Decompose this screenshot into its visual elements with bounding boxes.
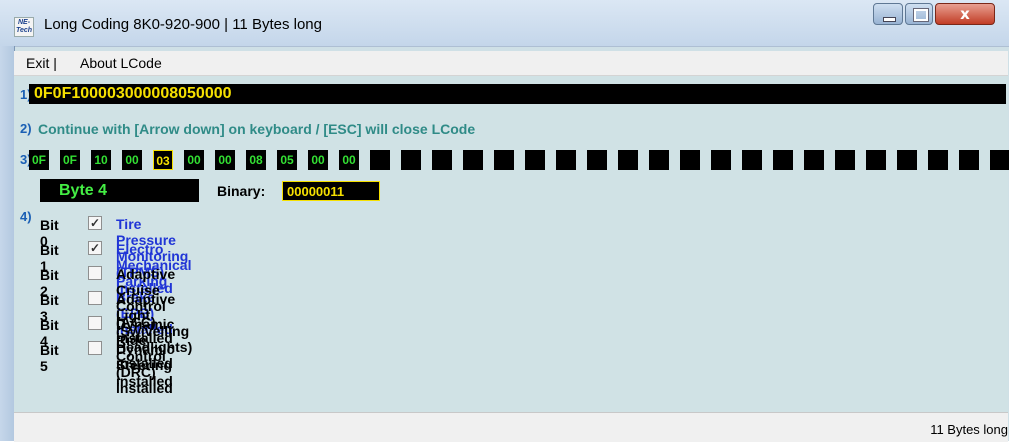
byte-cell-19[interactable] bbox=[618, 150, 638, 170]
byte-cell-14[interactable] bbox=[463, 150, 483, 170]
byte-cell-22[interactable] bbox=[711, 150, 731, 170]
byte-cell-18[interactable] bbox=[587, 150, 607, 170]
status-text: 11 Bytes long bbox=[930, 422, 1008, 437]
byte-cell-12[interactable] bbox=[401, 150, 421, 170]
app-logo-icon: NE-Tech bbox=[14, 17, 34, 37]
byte-cell-29[interactable] bbox=[928, 150, 948, 170]
byte-cell-1[interactable]: 0F bbox=[60, 150, 80, 170]
keyboard-hint: Continue with [Arrow down] on keyboard /… bbox=[38, 121, 476, 137]
byte-cell-4[interactable]: 03 bbox=[153, 150, 173, 170]
byte-cell-6[interactable]: 00 bbox=[215, 150, 235, 170]
byte-cell-26[interactable] bbox=[835, 150, 855, 170]
byte-cell-24[interactable] bbox=[773, 150, 793, 170]
maximize-button[interactable] bbox=[905, 3, 933, 25]
bit-checkbox[interactable]: ✓ bbox=[88, 216, 102, 230]
coding-value-field[interactable]: 0F0F100003000008050000 bbox=[29, 84, 1006, 104]
byte-cell-8[interactable]: 05 bbox=[277, 150, 297, 170]
bit-description: Dynamic Steering installed bbox=[116, 341, 175, 389]
title-bar[interactable]: NE-Tech Long Coding 8K0-920-900 | 11 Byt… bbox=[0, 0, 1009, 47]
close-icon: x bbox=[960, 5, 970, 23]
menu-exit[interactable]: Exit | bbox=[26, 55, 57, 71]
byte-cell-30[interactable] bbox=[959, 150, 979, 170]
byte-cell-5[interactable]: 00 bbox=[184, 150, 204, 170]
lcode-window: NE-Tech Long Coding 8K0-920-900 | 11 Byt… bbox=[0, 0, 1009, 442]
byte-cell-2[interactable]: 10 bbox=[91, 150, 111, 170]
selected-byte-label: Byte 4 bbox=[40, 179, 199, 202]
byte-cell-27[interactable] bbox=[866, 150, 886, 170]
bit-checkbox[interactable] bbox=[88, 291, 102, 305]
byte-cell-15[interactable] bbox=[494, 150, 514, 170]
byte-cell-13[interactable] bbox=[432, 150, 452, 170]
byte-cell-16[interactable] bbox=[525, 150, 545, 170]
row-number-2: 2) bbox=[20, 121, 32, 136]
close-button[interactable]: x bbox=[935, 3, 995, 25]
byte-cells: 0F 0F 10 00 03 00 00 08 05 00 00 bbox=[29, 150, 1009, 171]
bit-checkbox[interactable] bbox=[88, 316, 102, 330]
status-bar: 11 Bytes long bbox=[14, 412, 1008, 442]
window-title: Long Coding 8K0-920-900 | 11 Bytes long bbox=[44, 16, 322, 33]
bit-checkbox[interactable] bbox=[88, 266, 102, 280]
byte-cell-17[interactable] bbox=[556, 150, 576, 170]
bit-label: Bit 5 bbox=[40, 342, 59, 374]
byte-cell-23[interactable] bbox=[742, 150, 762, 170]
menu-bar: Exit | About LCode bbox=[14, 51, 1008, 76]
window-left-border bbox=[0, 46, 15, 441]
byte-cell-31[interactable] bbox=[990, 150, 1009, 170]
byte-cell-10[interactable]: 00 bbox=[339, 150, 359, 170]
menu-about[interactable]: About LCode bbox=[80, 55, 162, 71]
bit-checkbox[interactable] bbox=[88, 341, 102, 355]
byte-cell-20[interactable] bbox=[649, 150, 669, 170]
byte-cell-11[interactable] bbox=[370, 150, 390, 170]
byte-cell-3[interactable]: 00 bbox=[122, 150, 142, 170]
bit-checkbox[interactable]: ✓ bbox=[88, 241, 102, 255]
binary-value: 00000011 bbox=[282, 181, 380, 201]
byte-cell-21[interactable] bbox=[680, 150, 700, 170]
byte-cell-0[interactable]: 0F bbox=[29, 150, 49, 170]
byte-cell-25[interactable] bbox=[804, 150, 824, 170]
byte-cell-9[interactable]: 00 bbox=[308, 150, 328, 170]
binary-label: Binary: bbox=[217, 183, 266, 199]
row-number-4: 4) bbox=[20, 209, 32, 224]
byte-cell-7[interactable]: 08 bbox=[246, 150, 266, 170]
byte-cell-28[interactable] bbox=[897, 150, 917, 170]
coding-value: 0F0F100003000008050000 bbox=[34, 85, 232, 102]
minimize-button[interactable] bbox=[873, 3, 903, 25]
